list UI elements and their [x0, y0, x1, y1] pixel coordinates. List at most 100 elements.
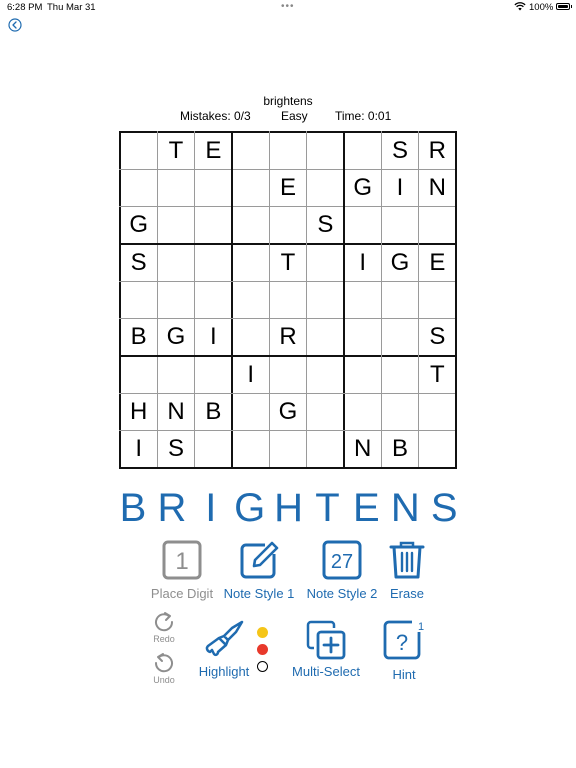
board-cell[interactable]	[195, 207, 232, 244]
board-cell[interactable]: N	[419, 169, 456, 206]
place-digit-button[interactable]: 1 Place Digit	[146, 540, 218, 601]
board-cell[interactable]	[157, 207, 194, 244]
word-letter[interactable]: G	[230, 486, 270, 531]
highlight-color-red[interactable]	[257, 644, 268, 655]
word-letter[interactable]: I	[191, 486, 231, 531]
board-cell[interactable]: E	[195, 132, 232, 169]
word-letter[interactable]: H	[269, 486, 309, 531]
back-icon[interactable]	[8, 18, 22, 32]
highlight-button[interactable]: Highlight	[195, 618, 253, 679]
board-cell[interactable]	[307, 431, 344, 468]
board-cell[interactable]	[269, 356, 306, 393]
word-letter[interactable]: S	[424, 486, 464, 531]
board-cell[interactable]	[381, 207, 418, 244]
board-cell[interactable]: S	[307, 207, 344, 244]
note-style-1-button[interactable]: Note Style 1	[221, 540, 297, 601]
board-cell[interactable]	[157, 356, 194, 393]
board-cell[interactable]	[307, 132, 344, 169]
board-cell[interactable]	[195, 244, 232, 281]
board-cell[interactable]: N	[157, 393, 194, 430]
board-cell[interactable]: R	[269, 319, 306, 356]
board-cell[interactable]	[120, 281, 157, 318]
word-letter[interactable]: T	[308, 486, 348, 531]
board-cell[interactable]	[269, 431, 306, 468]
board-cell[interactable]: G	[381, 244, 418, 281]
board-cell[interactable]	[195, 281, 232, 318]
board-cell[interactable]	[269, 207, 306, 244]
board-cell[interactable]	[381, 319, 418, 356]
board-cell[interactable]	[120, 356, 157, 393]
board-cell[interactable]	[232, 393, 269, 430]
board-cell[interactable]: T	[419, 356, 456, 393]
word-letter[interactable]: R	[152, 486, 192, 531]
board-cell[interactable]	[120, 132, 157, 169]
redo-button[interactable]: Redo	[147, 610, 181, 644]
board-cell[interactable]: H	[120, 393, 157, 430]
board-cell[interactable]	[195, 356, 232, 393]
board-cell[interactable]: S	[419, 319, 456, 356]
board-cell[interactable]	[344, 356, 381, 393]
board-cell[interactable]	[120, 169, 157, 206]
board-cell[interactable]	[232, 431, 269, 468]
board-cell[interactable]	[157, 281, 194, 318]
board-cell[interactable]	[381, 281, 418, 318]
board-cell[interactable]	[232, 132, 269, 169]
board-cell[interactable]: I	[120, 431, 157, 468]
word-letter[interactable]: B	[113, 486, 153, 531]
multitasking-dots-icon[interactable]: •••	[281, 1, 295, 12]
board-cell[interactable]	[307, 393, 344, 430]
undo-button[interactable]: Undo	[147, 651, 181, 685]
board-cell[interactable]	[195, 431, 232, 468]
board-cell[interactable]	[307, 319, 344, 356]
highlight-color-yellow[interactable]	[257, 627, 268, 638]
board-cell[interactable]: T	[157, 132, 194, 169]
board-cell[interactable]: G	[120, 207, 157, 244]
hint-button[interactable]: ? 1 Hint	[382, 618, 426, 682]
board-cell[interactable]	[157, 169, 194, 206]
word-letter[interactable]: E	[346, 486, 386, 531]
board-cell[interactable]: I	[232, 356, 269, 393]
board-cell[interactable]: B	[120, 319, 157, 356]
board-cell[interactable]	[419, 431, 456, 468]
board-cell[interactable]	[195, 169, 232, 206]
highlight-color-none[interactable]	[257, 661, 268, 672]
board-cell[interactable]	[419, 281, 456, 318]
board-cell[interactable]: I	[381, 169, 418, 206]
board-cell[interactable]	[344, 319, 381, 356]
board-cell[interactable]	[381, 393, 418, 430]
board-cell[interactable]: B	[195, 393, 232, 430]
board-cell[interactable]: R	[419, 132, 456, 169]
board-cell[interactable]: S	[381, 132, 418, 169]
board-cell[interactable]	[344, 132, 381, 169]
board-cell[interactable]: I	[344, 244, 381, 281]
board-cell[interactable]	[344, 207, 381, 244]
board-cell[interactable]: N	[344, 431, 381, 468]
board-cell[interactable]: G	[344, 169, 381, 206]
word-letter[interactable]: N	[385, 486, 425, 531]
board-cell[interactable]: E	[269, 169, 306, 206]
board-cell[interactable]	[269, 132, 306, 169]
board-cell[interactable]: G	[269, 393, 306, 430]
board-cell[interactable]	[232, 319, 269, 356]
board-cell[interactable]	[232, 169, 269, 206]
board-cell[interactable]: T	[269, 244, 306, 281]
board-cell[interactable]	[157, 244, 194, 281]
board-cell[interactable]: G	[157, 319, 194, 356]
board-cell[interactable]	[232, 244, 269, 281]
board-cell[interactable]	[419, 393, 456, 430]
note-style-2-button[interactable]: 27 Note Style 2	[302, 540, 382, 601]
board-cell[interactable]	[232, 281, 269, 318]
board-cell[interactable]	[307, 356, 344, 393]
erase-button[interactable]: Erase	[385, 540, 429, 601]
board-cell[interactable]	[232, 207, 269, 244]
board-cell[interactable]	[344, 281, 381, 318]
board-cell[interactable]	[419, 207, 456, 244]
board-cell[interactable]: S	[157, 431, 194, 468]
board-cell[interactable]: I	[195, 319, 232, 356]
board-cell[interactable]: E	[419, 244, 456, 281]
board-cell[interactable]	[307, 169, 344, 206]
board-cell[interactable]	[344, 393, 381, 430]
multi-select-button[interactable]: Multi-Select	[287, 620, 365, 679]
board-cell[interactable]	[269, 281, 306, 318]
board-cell[interactable]	[307, 281, 344, 318]
